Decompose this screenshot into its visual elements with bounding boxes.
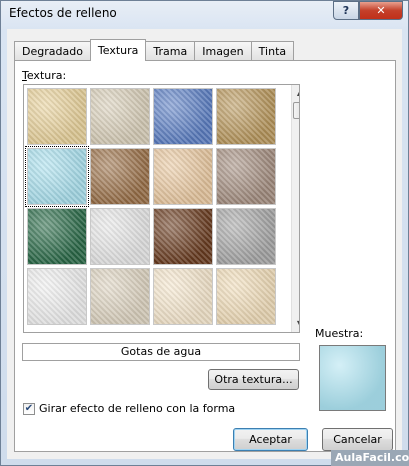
tab-trama[interactable]: Trama [145, 41, 196, 60]
texture-tile-granito[interactable] [216, 208, 276, 265]
dialog-client: Degradado Textura Trama Imagen Tinta Tex… [7, 29, 402, 459]
rotate-with-shape-checkbox[interactable]: ✔ [23, 402, 35, 415]
preview-label: Muestra: [315, 327, 364, 340]
texture-tile-fosil[interactable] [153, 148, 213, 205]
dialog-window: Efectos de relleno ? ✕ Degradado Textura… [0, 0, 409, 466]
texture-tile-bolsa-de-papel[interactable] [90, 148, 150, 205]
texture-tile-tela-vaquera[interactable] [153, 88, 213, 145]
rotate-with-shape-option[interactable]: ✔ Girar efecto de relleno con la forma [23, 402, 235, 415]
texture-tile-arena[interactable] [216, 148, 276, 205]
texture-gallery: ▲ ▼ [23, 84, 300, 333]
tab-tinta[interactable]: Tinta [250, 41, 295, 60]
texture-tile-lienzo[interactable] [90, 88, 150, 145]
vertical-scrollbar[interactable]: ▲ ▼ [291, 85, 299, 332]
other-texture-button[interactable]: Otra textura... [208, 369, 299, 390]
tab-degradado[interactable]: Degradado [14, 41, 91, 60]
close-button[interactable]: ✕ [359, 1, 403, 20]
tab-strip: Degradado Textura Trama Imagen Tinta [14, 39, 295, 61]
selected-texture-name: Gotas de agua [22, 343, 300, 361]
texture-tile-gotas-de-agua[interactable] [25, 146, 89, 207]
window-title: Efectos de relleno [9, 6, 117, 20]
ok-button[interactable]: Aceptar [233, 428, 308, 451]
scroll-up-arrow-icon[interactable]: ▲ [292, 85, 299, 101]
tab-imagen[interactable]: Imagen [194, 41, 252, 60]
texture-tile-marmol-verde[interactable] [27, 208, 87, 265]
cancel-button[interactable]: Cancelar [322, 428, 393, 451]
texture-tile-papel-reciclado[interactable] [90, 268, 150, 325]
texture-preview [319, 345, 386, 411]
title-bar: Efectos de relleno ? ✕ [1, 1, 408, 28]
watermark: AulaFacil.com [331, 450, 409, 466]
rotate-with-shape-label: Girar efecto de relleno con la forma [39, 402, 236, 415]
help-button[interactable]: ? [333, 1, 359, 20]
scroll-down-arrow-icon[interactable]: ▼ [292, 316, 299, 332]
texture-tile-marmol-blanco[interactable] [90, 208, 150, 265]
texture-tile-marmol-marron[interactable] [153, 208, 213, 265]
tab-panel-textura: Textura: ▲ [14, 60, 396, 452]
texture-tile-pergamino[interactable] [153, 268, 213, 325]
texture-tile-tela-de-saco[interactable] [216, 88, 276, 145]
texture-tile-papel-de-seda[interactable] [216, 268, 276, 325]
tab-textura[interactable]: Textura [89, 39, 147, 61]
texture-tile-papiro[interactable] [27, 88, 87, 145]
other-texture-button-label: Otra textura... [214, 373, 293, 386]
scrollbar-thumb[interactable] [293, 102, 299, 119]
texture-tile-papel-periodico[interactable] [27, 268, 87, 325]
texture-list-label: Textura: [22, 69, 67, 82]
